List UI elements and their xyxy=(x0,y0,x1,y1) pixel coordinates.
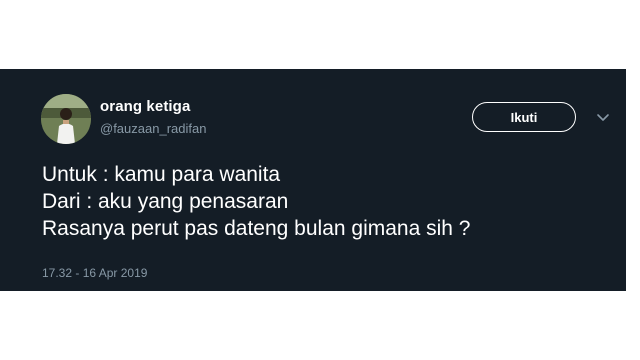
display-name[interactable]: orang ketiga xyxy=(100,98,190,115)
tweet-line: Rasanya perut pas dateng bulan gimana si… xyxy=(42,217,471,240)
tweet-timestamp[interactable]: 17.32 - 16 Apr 2019 xyxy=(42,266,147,280)
avatar[interactable] xyxy=(41,94,91,144)
tweet-text: Untuk : kamu para wanita Dari : aku yang… xyxy=(42,161,470,242)
chevron-down-icon[interactable] xyxy=(595,109,611,125)
tweet-line: Untuk : kamu para wanita xyxy=(42,163,281,186)
tweet-line: Dari : aku yang penasaran xyxy=(42,190,289,213)
user-handle[interactable]: @fauzaan_radifan xyxy=(100,121,206,136)
tweet-card: orang ketiga @fauzaan_radifan Ikuti Untu… xyxy=(0,69,626,291)
person-photo-avatar-icon xyxy=(41,94,91,144)
follow-button[interactable]: Ikuti xyxy=(472,102,576,132)
